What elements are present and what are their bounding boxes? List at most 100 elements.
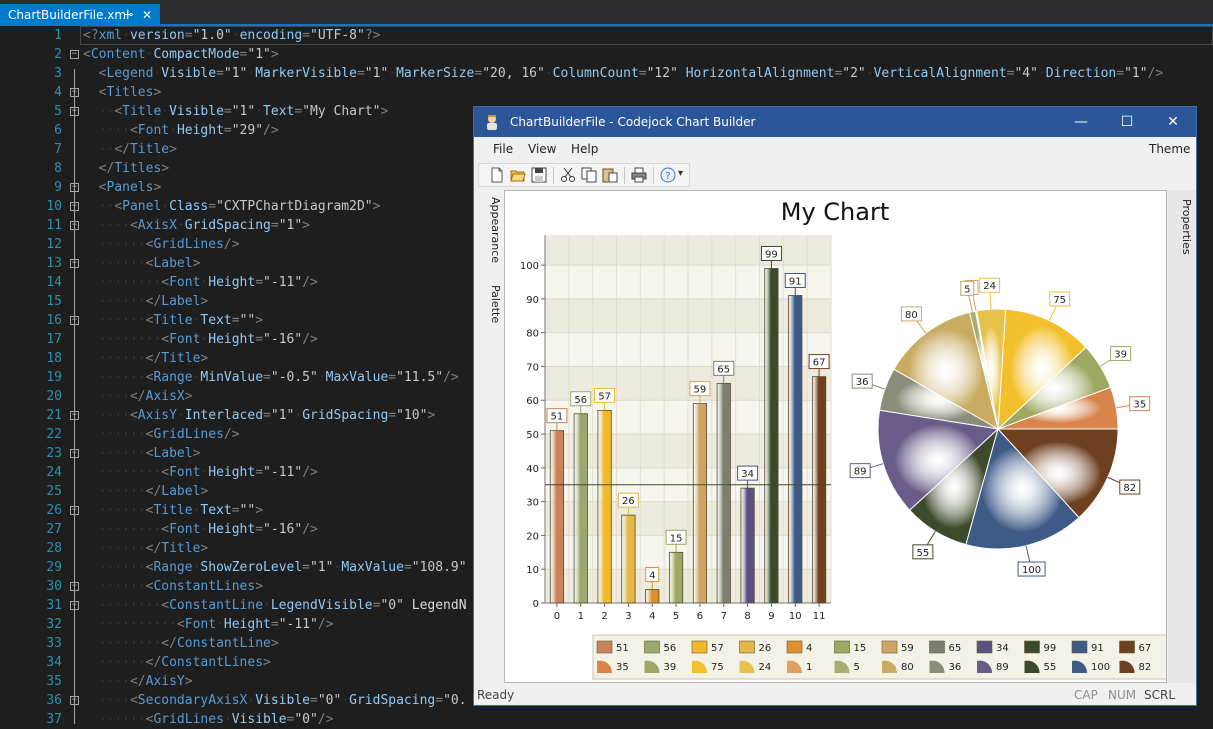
- code-line[interactable]: <?xml·version="1.0"·encoding="UTF-8"?>: [83, 26, 380, 45]
- theme-menu[interactable]: Theme: [1149, 142, 1190, 156]
- pin-icon[interactable]: ⊸: [124, 4, 133, 26]
- status-cap: CAP: [1074, 688, 1098, 702]
- legend-label: 91: [1091, 643, 1104, 654]
- print-icon[interactable]: [631, 167, 647, 183]
- menu-help[interactable]: Help: [571, 142, 598, 156]
- maximize-button[interactable]: ☐: [1104, 107, 1150, 137]
- code-line[interactable]: ··<Title·Visible="1"·Text="My Chart">: [83, 102, 389, 121]
- x-tick-label: 11: [813, 611, 826, 622]
- line-number: 7: [54, 142, 62, 157]
- x-tick-label: 10: [789, 611, 802, 622]
- help-dropdown-arrow[interactable]: ▾: [678, 168, 683, 179]
- code-line[interactable]: <Legend·Visible="1"·MarkerVisible="1"·Ma…: [83, 64, 1164, 83]
- help-icon[interactable]: ?: [660, 167, 676, 183]
- x-tick-label: 2: [601, 611, 607, 622]
- line-number: 4: [54, 85, 62, 100]
- open-icon[interactable]: [510, 167, 526, 183]
- tab-appearance[interactable]: Appearance: [480, 195, 502, 265]
- legend-marker: [1119, 640, 1135, 654]
- data-label: 34: [741, 469, 754, 480]
- legend-label: 99: [1044, 643, 1057, 654]
- x-tick-label: 0: [554, 611, 560, 622]
- menu-view[interactable]: View: [528, 142, 556, 156]
- code-line[interactable]: ······<Range·MinValue="-0.5"·MaxValue="1…: [83, 368, 459, 387]
- code-line[interactable]: ······<GridLines/>: [83, 235, 240, 254]
- y-tick-label: 0: [533, 599, 539, 610]
- data-label: 67: [813, 358, 826, 369]
- pie-label: 82: [1123, 483, 1136, 494]
- code-line[interactable]: ········<Font·Height="-11"/>: [83, 273, 318, 292]
- code-line[interactable]: ······</Title>: [83, 539, 209, 558]
- code-line[interactable]: ··········<Font·Height="-11"/>: [83, 615, 334, 634]
- code-line[interactable]: ······<GridLines·Visible="0"/>: [83, 710, 334, 729]
- code-line[interactable]: ········</ConstantLine>: [83, 634, 279, 653]
- code-line[interactable]: ······</Title>: [83, 349, 209, 368]
- new-icon[interactable]: [489, 167, 505, 183]
- tab-properties[interactable]: Properties: [1171, 195, 1193, 259]
- code-line[interactable]: ····<Font·Height="29"/>: [83, 121, 279, 140]
- close-button[interactable]: ✕: [1150, 107, 1196, 137]
- pie-label: 100: [1022, 565, 1041, 576]
- status-num: NUM: [1108, 688, 1137, 702]
- code-line[interactable]: ··<Panel·Class="CXTPChartDiagram2D">: [83, 197, 381, 216]
- code-line[interactable]: ········<ConstantLine·LegendVisible="0" …: [83, 596, 467, 615]
- code-line[interactable]: ····</AxisY>: [83, 672, 193, 691]
- pie-label: 36: [856, 377, 869, 388]
- code-line[interactable]: ······<Title·Text="">: [83, 311, 263, 330]
- line-number: 36: [46, 693, 62, 708]
- x-tick-label: 5: [673, 611, 679, 622]
- code-line[interactable]: </Titles>: [83, 159, 169, 178]
- document-tab[interactable]: ChartBuilderFile.xml ⊸ ✕: [0, 4, 160, 26]
- code-line[interactable]: ····<AxisY·Interlaced="1"·GridSpacing="1…: [83, 406, 436, 425]
- data-label: 15: [670, 533, 683, 544]
- code-line[interactable]: ········<Font·Height="-16"/>: [83, 520, 318, 539]
- copy-icon[interactable]: [581, 167, 597, 183]
- legend-marker: [929, 640, 945, 654]
- cut-icon[interactable]: [560, 167, 576, 183]
- close-tab-icon[interactable]: ✕: [142, 4, 152, 26]
- code-line[interactable]: ······</Label>: [83, 482, 209, 501]
- legend-marker: [786, 640, 803, 654]
- code-line[interactable]: <Titles>: [83, 83, 162, 102]
- legend-label: 36: [949, 662, 962, 673]
- line-number: 27: [46, 522, 62, 537]
- code-line[interactable]: ······<Title·Text="">: [83, 501, 263, 520]
- menu-file[interactable]: File: [493, 142, 513, 156]
- menu-bar: File View Help Theme: [474, 137, 1196, 161]
- y-tick-label: 20: [526, 531, 539, 542]
- code-line[interactable]: ··</Title>: [83, 140, 177, 159]
- fold-toggle-icon[interactable]: −: [70, 50, 79, 59]
- legend-label: 56: [664, 643, 677, 654]
- code-line[interactable]: ········<Font·Height="-16"/>: [83, 330, 318, 349]
- minimize-button[interactable]: —: [1058, 107, 1104, 137]
- legend-label: 4: [806, 643, 812, 654]
- legend-label: 57: [711, 643, 724, 654]
- code-line[interactable]: ······<Range·ShowZeroLevel="1"·MaxValue=…: [83, 558, 467, 577]
- status-scrl: SCRL: [1144, 688, 1176, 702]
- code-line[interactable]: ······</Label>: [83, 292, 209, 311]
- tab-palette[interactable]: Palette: [480, 279, 502, 329]
- x-tick-label: 4: [649, 611, 655, 622]
- code-line[interactable]: <Content·CompactMode="1">: [83, 45, 279, 64]
- y-tick-label: 90: [526, 295, 539, 306]
- legend-label: 67: [1139, 643, 1152, 654]
- y-tick-label: 70: [526, 362, 539, 373]
- paste-icon[interactable]: [602, 167, 618, 183]
- code-line[interactable]: ······</ConstantLines>: [83, 653, 271, 672]
- code-line[interactable]: <Panels>: [83, 178, 162, 197]
- save-icon[interactable]: [531, 167, 547, 183]
- code-line[interactable]: ····<SecondaryAxisX·Visible="0"·GridSpac…: [83, 691, 467, 710]
- code-line[interactable]: ········<Font·Height="-11"/>: [83, 463, 318, 482]
- code-line[interactable]: ····</AxisX>: [83, 387, 193, 406]
- code-line[interactable]: ······<Label>: [83, 444, 201, 463]
- code-line[interactable]: ······<ConstantLines>: [83, 577, 263, 596]
- code-line[interactable]: ······<GridLines/>: [83, 425, 240, 444]
- bar: [716, 382, 731, 604]
- code-line[interactable]: ······<Label>: [83, 254, 201, 273]
- legend-label: 100: [1091, 662, 1110, 673]
- legend-marker: [976, 640, 993, 654]
- toolbar: ? ▾: [478, 163, 690, 187]
- bar: [573, 413, 588, 604]
- legend-marker: [596, 640, 613, 654]
- code-line[interactable]: ····<AxisX·GridSpacing="1">: [83, 216, 310, 235]
